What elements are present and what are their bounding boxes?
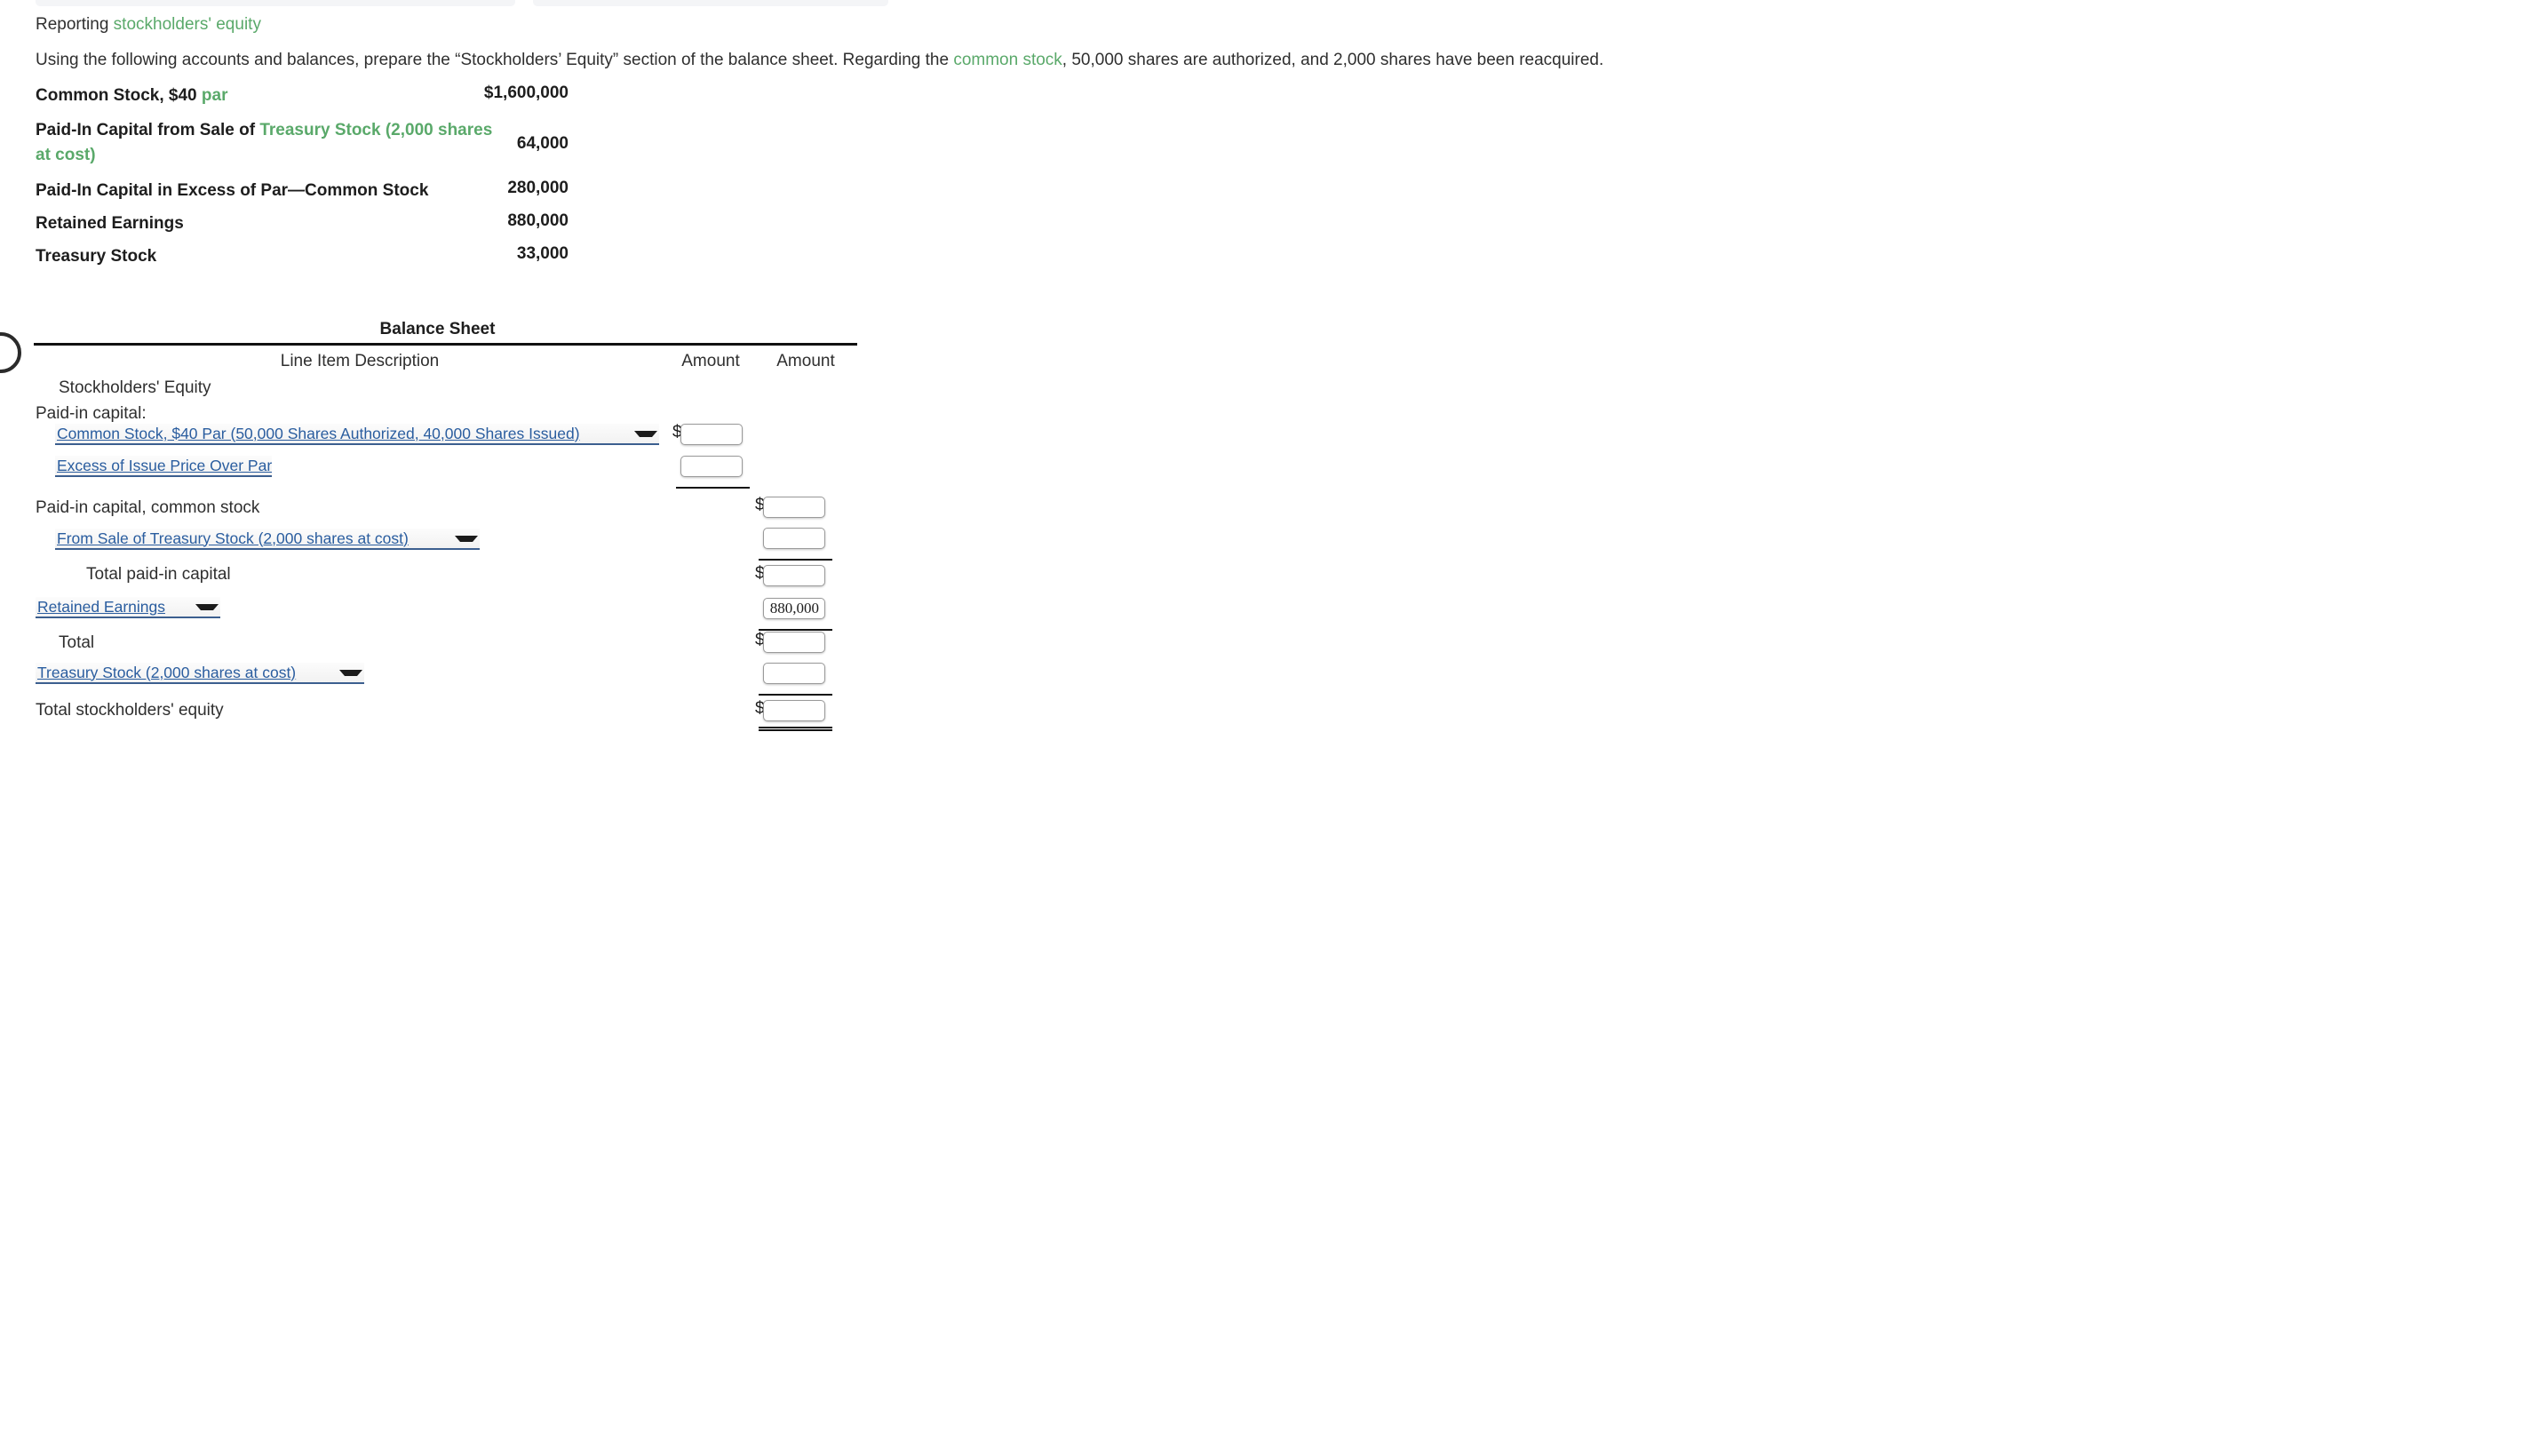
- given-account-label-text: Common Stock, $40: [36, 86, 202, 105]
- input-from-sale-of-treasury-stock-amount[interactable]: [763, 528, 825, 549]
- worksheet-page: Reporting stockholders' equity Using the…: [0, 0, 2521, 1456]
- select-treasury-stock-label: Treasury Stock (2,000 shares at cost): [37, 663, 297, 681]
- given-account-amount: 880,000: [507, 211, 569, 230]
- select-common-stock-label: Common Stock, $40 Par (50,000 Shares Aut…: [57, 424, 580, 442]
- grand-total-double-rule: [759, 727, 832, 731]
- common-stock-link[interactable]: common stock: [953, 51, 1062, 69]
- given-account-label-link[interactable]: par: [202, 86, 228, 105]
- row-label-total-stockholders-equity: Total stockholders' equity: [36, 701, 224, 720]
- input-excess-issue-price-amount[interactable]: [680, 456, 743, 477]
- instructions-part2: , 50,000 shares are authorized, and 2,00…: [1062, 51, 1604, 69]
- chevron-down-icon: [195, 603, 219, 610]
- input-retained-earnings-amount[interactable]: 880,000: [763, 598, 825, 619]
- given-account-amount: 33,000: [516, 244, 569, 263]
- subtotal-rule-amount-2: [759, 629, 832, 631]
- row-label-total-paid-in-capital: Total paid-in capital: [86, 565, 231, 584]
- given-account-label-text: Paid-In Capital from Sale of: [36, 121, 260, 139]
- page-title-prefix: Reporting: [36, 15, 114, 34]
- input-common-stock-amount[interactable]: [680, 424, 743, 445]
- given-account-amount: 280,000: [507, 179, 569, 197]
- select-retained-earnings[interactable]: Retained Earnings: [36, 597, 220, 618]
- page-title-link[interactable]: stockholders' equity: [114, 15, 261, 34]
- subtotal-rule-amount-2: [759, 559, 832, 561]
- top-panel-right: [533, 0, 888, 6]
- chevron-down-icon: [634, 430, 657, 437]
- balance-sheet-title: Balance Sheet: [379, 320, 496, 338]
- instructions-part1: Using the following accounts and balance…: [36, 51, 954, 69]
- input-paid-in-capital-common-stock-amount[interactable]: [763, 497, 825, 518]
- instructions-paragraph: Using the following accounts and balance…: [36, 51, 1603, 70]
- select-from-sale-of-treasury-stock-label: From Sale of Treasury Stock (2,000 share…: [57, 529, 409, 547]
- subtotal-rule-amount-2: [759, 694, 832, 696]
- input-treasury-stock-amount[interactable]: [763, 663, 825, 684]
- row-label-paid-in-capital: Paid-in capital:: [36, 404, 147, 423]
- row-label-total: Total: [59, 633, 95, 652]
- given-account-label-text: Retained Earnings: [36, 214, 184, 233]
- select-excess-issue-price-label: Excess of Issue Price Over Par: [57, 456, 272, 474]
- select-excess-issue-price[interactable]: Excess of Issue Price Over Par: [55, 456, 272, 477]
- column-header-amount-2: Amount: [776, 352, 835, 370]
- column-header-amount-1: Amount: [681, 352, 740, 370]
- balance-sheet-top-rule: [34, 343, 857, 346]
- column-header-description: Line Item Description: [280, 352, 440, 370]
- row-label-stockholders-equity: Stockholders' Equity: [59, 378, 211, 397]
- top-panel-left: [36, 0, 515, 6]
- subtotal-rule-amount-1: [676, 487, 750, 489]
- input-total-amount[interactable]: [763, 632, 825, 653]
- select-retained-earnings-label: Retained Earnings: [37, 597, 165, 616]
- select-from-sale-of-treasury-stock[interactable]: From Sale of Treasury Stock (2,000 share…: [55, 529, 480, 550]
- select-common-stock[interactable]: Common Stock, $40 Par (50,000 Shares Aut…: [55, 424, 659, 445]
- given-account-amount: 64,000: [516, 134, 569, 153]
- given-account-label-text: Paid-In Capital in Excess of Par—Common …: [36, 181, 429, 200]
- input-total-stockholders-equity-amount[interactable]: [763, 700, 825, 721]
- chevron-down-icon: [339, 669, 362, 676]
- page-title: Reporting stockholders' equity: [36, 15, 261, 35]
- given-account-amount: $1,600,000: [483, 84, 569, 102]
- select-treasury-stock[interactable]: Treasury Stock (2,000 shares at cost): [36, 663, 364, 684]
- row-label-paid-in-capital-common-stock: Paid-in capital, common stock: [36, 498, 260, 517]
- chevron-down-icon: [455, 535, 478, 542]
- given-account-label-text: Treasury Stock: [36, 247, 157, 266]
- input-total-paid-in-capital-amount[interactable]: [763, 565, 825, 586]
